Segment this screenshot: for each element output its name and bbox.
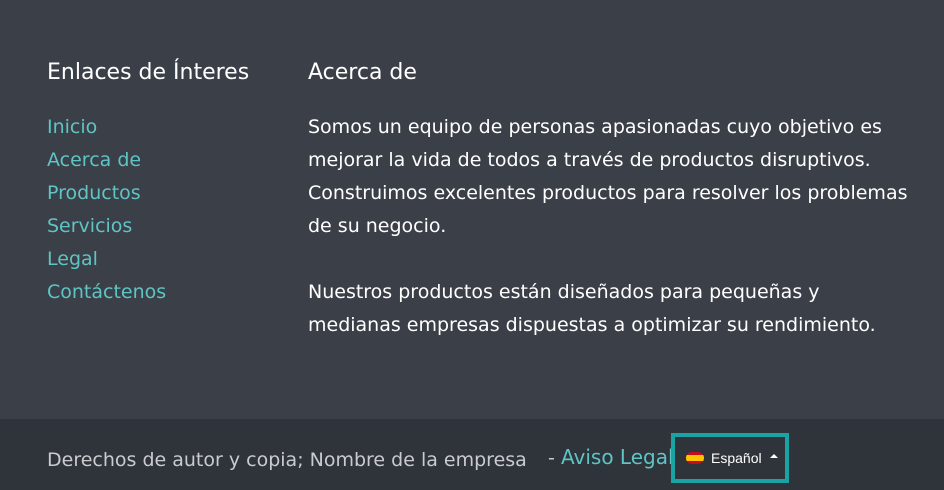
link-servicios[interactable]: Servicios bbox=[47, 215, 132, 237]
list-item: Contáctenos bbox=[47, 276, 287, 309]
separator: - bbox=[548, 447, 555, 469]
about-paragraph-2: Nuestros productos están diseñados para … bbox=[308, 281, 876, 336]
link-inicio[interactable]: Inicio bbox=[47, 116, 97, 138]
footer-bottom: Derechos de autor y copia; Nombre de la … bbox=[0, 419, 944, 490]
list-item: Productos bbox=[47, 177, 287, 210]
copyright-text: Derechos de autor y copia; Nombre de la … bbox=[47, 449, 527, 471]
footer-top: Enlaces de Ínteres Inicio Acerca de Prod… bbox=[0, 0, 944, 419]
caret-up-icon bbox=[769, 454, 778, 458]
about-column: Acerca de Somos un equipo de personas ap… bbox=[308, 58, 918, 342]
legal-notice-link[interactable]: Aviso Legal bbox=[561, 445, 674, 469]
list-item: Inicio bbox=[47, 111, 287, 144]
language-label: Español bbox=[711, 450, 762, 466]
link-acerca-de[interactable]: Acerca de bbox=[47, 149, 141, 171]
links-list: Inicio Acerca de Productos Servicios Leg… bbox=[47, 111, 287, 309]
links-column: Enlaces de Ínteres Inicio Acerca de Prod… bbox=[47, 58, 287, 309]
links-heading: Enlaces de Ínteres bbox=[47, 60, 250, 85]
link-productos[interactable]: Productos bbox=[47, 182, 141, 204]
list-item: Acerca de bbox=[47, 144, 287, 177]
about-paragraph-1: Somos un equipo de personas apasionadas … bbox=[308, 116, 908, 237]
about-heading: Acerca de bbox=[308, 60, 417, 85]
list-item: Legal bbox=[47, 243, 287, 276]
list-item: Servicios bbox=[47, 210, 287, 243]
language-selector[interactable]: Español bbox=[671, 433, 789, 483]
spain-flag-icon bbox=[686, 452, 704, 464]
link-legal[interactable]: Legal bbox=[47, 248, 98, 270]
link-contactenos[interactable]: Contáctenos bbox=[47, 281, 166, 303]
